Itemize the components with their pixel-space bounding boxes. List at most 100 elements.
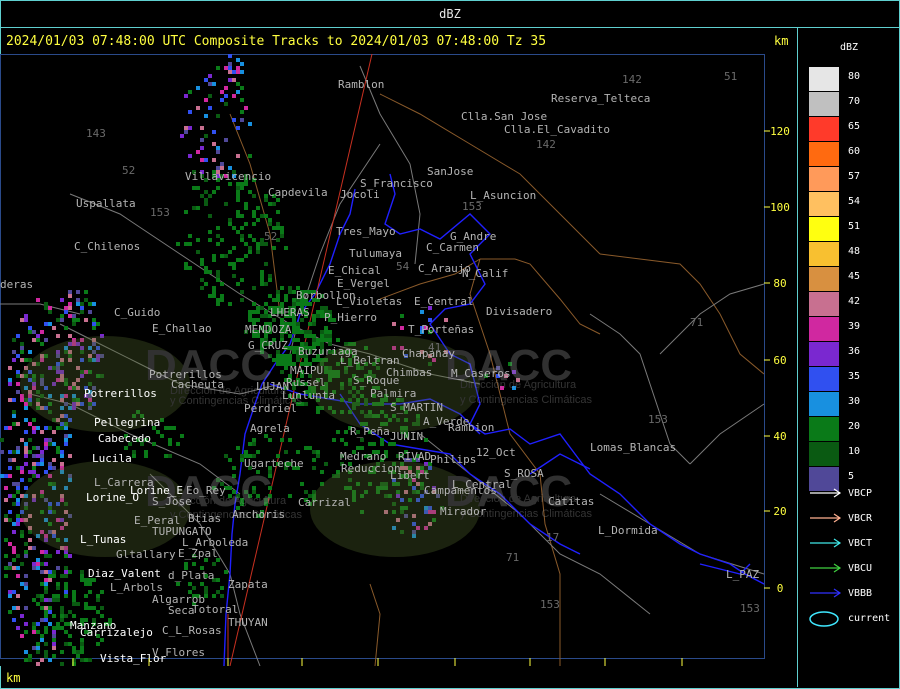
radar-echo-cell (272, 358, 276, 362)
radar-echo-cell (200, 258, 204, 262)
radar-echo-cell (276, 294, 280, 298)
legend-swatch (809, 117, 839, 141)
radar-echo-cell (68, 314, 72, 318)
radar-echo-cell (8, 398, 12, 402)
radar-echo-cell (80, 578, 84, 582)
legend-swatch (809, 92, 839, 116)
radar-echo-cell (244, 242, 248, 246)
radar-echo-cell (276, 290, 280, 294)
radar-echo-cell (24, 462, 28, 466)
legend-swatch (809, 317, 839, 341)
radar-echo-cell (324, 338, 328, 342)
radar-echo-cell (40, 330, 44, 334)
place-label: Perdriel (244, 402, 297, 415)
legend-title: dBZ (840, 42, 859, 53)
radar-echo-cell (56, 426, 60, 430)
radar-echo-cell (52, 570, 56, 574)
radar-echo-cell (24, 430, 28, 434)
radar-echo-cell (164, 426, 168, 430)
legend-swatch-label: 51 (848, 221, 861, 232)
radar-echo-cell (12, 494, 16, 498)
radar-echo-cell (204, 190, 208, 194)
radar-echo-cell (12, 558, 16, 562)
radar-echo-cell (280, 234, 284, 238)
radar-echo-cell (244, 206, 248, 210)
radar-echo-cell (44, 582, 48, 586)
legend-swatch-label: 80 (848, 71, 861, 82)
radar-echo-cell (284, 298, 288, 302)
radar-map[interactable]: DACC DACC DACC DACC Dirección de Agricul… (0, 54, 797, 666)
radar-echo-cell (44, 606, 48, 610)
radar-echo-cell (56, 318, 60, 322)
legend-swatch (809, 267, 839, 291)
radar-echo-cell (184, 242, 188, 246)
radar-echo-cell (316, 358, 320, 362)
legend-swatch (809, 242, 839, 266)
radar-echo-cell (44, 322, 48, 326)
place-label-highlight: Pellegrina (94, 416, 160, 429)
radar-echo-cell (24, 586, 28, 590)
radar-echo-cell (84, 298, 88, 302)
radar-echo-cell (44, 442, 48, 446)
radar-echo-cell (28, 478, 32, 482)
radar-echo-cell (304, 446, 308, 450)
radar-echo-cell (220, 594, 224, 598)
radar-echo-cell (200, 262, 204, 266)
radar-echo-cell (324, 334, 328, 338)
radar-echo-cell (48, 466, 52, 470)
radar-echo-cell (92, 302, 96, 306)
radar-echo-cell (320, 470, 324, 474)
radar-echo-cell (192, 186, 196, 190)
radar-echo-cell (240, 258, 244, 262)
radar-echo-cell (100, 606, 104, 610)
radar-echo-cell (68, 570, 72, 574)
radar-echo-cell (272, 298, 276, 302)
radar-echo-cell (4, 486, 8, 490)
track-legend-label: VBCT (848, 538, 873, 549)
radar-echo-cell (60, 610, 64, 614)
radar-echo-cell (204, 282, 208, 286)
radar-echo-cell (208, 214, 212, 218)
radar-echo-cell (52, 574, 56, 578)
radar-echo-cell (80, 306, 84, 310)
radar-echo-cell (72, 602, 76, 606)
radar-echo-cell (24, 574, 28, 578)
place-label: Russel (286, 376, 326, 389)
radar-echo-cell (64, 306, 68, 310)
radar-echo-cell (224, 102, 228, 106)
radar-echo-cell (208, 230, 212, 234)
radar-echo-cell (316, 310, 320, 314)
radar-echo-cell (8, 494, 12, 498)
radar-echo-cell (252, 238, 256, 242)
radar-echo-cell (236, 446, 240, 450)
radar-echo-cell (8, 366, 12, 370)
radar-echo-cell (4, 574, 8, 578)
radar-echo-cell (220, 254, 224, 258)
radar-echo-cell (204, 202, 208, 206)
radar-echo-cell (24, 314, 28, 318)
radar-echo-cell (208, 294, 212, 298)
radar-echo-cell (296, 330, 300, 334)
radar-echo-cell (220, 238, 224, 242)
place-label: Tres_Mayo (336, 225, 396, 238)
place-label: Palmira (370, 387, 416, 400)
radar-echo-cell (124, 446, 128, 450)
radar-echo-cell (256, 250, 260, 254)
radar-echo-cell (20, 342, 24, 346)
radar-echo-cell (176, 242, 180, 246)
place-label: N_Calif (462, 267, 508, 280)
radar-echo-cell (316, 338, 320, 342)
radar-echo-cell (28, 350, 32, 354)
legend-swatch (809, 417, 839, 441)
place-label: Philips (430, 453, 476, 466)
radar-echo-cell (56, 598, 60, 602)
radar-echo-cell (68, 334, 72, 338)
radar-echo-cell (248, 246, 252, 250)
radar-echo-cell (56, 586, 60, 590)
radar-echo-cell (0, 474, 4, 478)
radar-echo-cell (60, 462, 64, 466)
radar-echo-cell (60, 426, 64, 430)
radar-echo-cell (224, 138, 228, 142)
place-label: E_Central (414, 295, 474, 308)
legend-swatch (809, 392, 839, 416)
